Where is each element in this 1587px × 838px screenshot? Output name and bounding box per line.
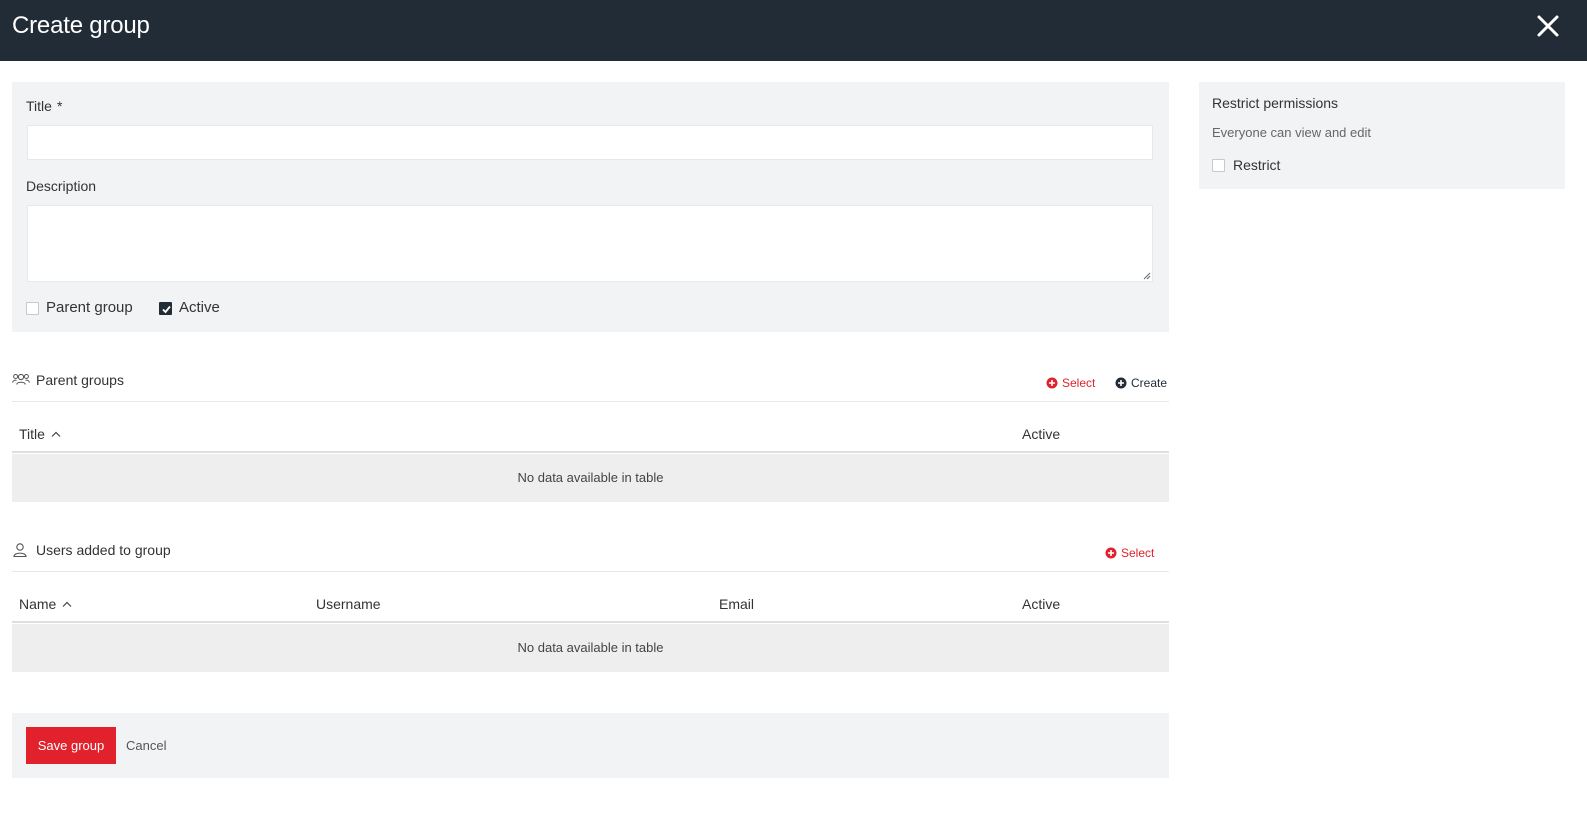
- parent-groups-empty-row: No data available in table: [12, 454, 1169, 502]
- permissions-subtext: Everyone can view and edit: [1212, 125, 1371, 140]
- modal-header: Create group: [0, 0, 1587, 61]
- save-group-button[interactable]: Save group: [26, 727, 116, 764]
- parent-groups-create-button[interactable]: Create: [1115, 376, 1167, 390]
- plus-circle-icon: [1105, 547, 1117, 559]
- permissions-panel: Restrict permissions Everyone can view a…: [1199, 82, 1565, 189]
- title-label: Title *: [26, 98, 62, 114]
- parent-groups-select-label: Select: [1062, 376, 1096, 390]
- cancel-link[interactable]: Cancel: [126, 738, 166, 753]
- user-icon: [13, 543, 27, 558]
- column-header-name[interactable]: Name: [19, 596, 72, 612]
- title-label-text: Title: [26, 98, 52, 114]
- description-label: Description: [26, 178, 97, 194]
- close-icon[interactable]: [1535, 13, 1561, 39]
- users-header: Users added to group Select: [12, 542, 1169, 572]
- restrict-label: Restrict: [1233, 157, 1281, 173]
- active-label: Active: [179, 299, 220, 316]
- title-input[interactable]: [27, 125, 1153, 160]
- sort-ascending-icon: [62, 601, 72, 607]
- users-title: Users added to group: [36, 542, 171, 558]
- group-form: Title * Description Parent group Active: [12, 82, 1169, 332]
- users-empty-row: No data available in table: [12, 624, 1169, 672]
- parent-groups-header: Parent groups Select Create: [12, 372, 1169, 402]
- sort-ascending-icon: [51, 431, 61, 437]
- permissions-heading: Restrict permissions: [1212, 95, 1339, 111]
- checkmark-icon: [162, 305, 171, 314]
- column-header-email[interactable]: Email: [719, 596, 754, 612]
- parent-group-label: Parent group: [46, 299, 133, 316]
- description-textarea[interactable]: [27, 205, 1153, 282]
- users-select-button[interactable]: Select: [1105, 546, 1154, 560]
- parent-groups-table-header: Title Active: [12, 415, 1169, 453]
- parent-groups-title: Parent groups: [36, 372, 124, 388]
- plus-circle-icon: [1046, 377, 1058, 389]
- resize-grip-icon[interactable]: [1143, 272, 1151, 280]
- column-header-title[interactable]: Title: [19, 426, 61, 442]
- parent-group-checkbox[interactable]: [26, 302, 39, 315]
- form-footer: Save group Cancel: [12, 713, 1169, 778]
- users-table-header: Name Username Email Active: [12, 585, 1169, 623]
- users-select-label: Select: [1121, 546, 1155, 560]
- users-group-icon: [12, 373, 30, 385]
- parent-groups-create-label: Create: [1131, 376, 1168, 390]
- column-header-title-label: Title: [19, 426, 45, 442]
- column-header-username[interactable]: Username: [316, 596, 381, 612]
- parent-groups-select-button[interactable]: Select: [1046, 376, 1095, 390]
- column-header-active[interactable]: Active: [1022, 426, 1060, 442]
- required-mark: *: [56, 98, 63, 114]
- restrict-checkbox[interactable]: [1212, 159, 1225, 172]
- active-checkbox[interactable]: [159, 302, 172, 315]
- plus-circle-icon: [1115, 377, 1127, 389]
- column-header-active[interactable]: Active: [1022, 596, 1060, 612]
- modal-title: Create group: [12, 12, 150, 39]
- column-header-name-label: Name: [19, 596, 57, 612]
